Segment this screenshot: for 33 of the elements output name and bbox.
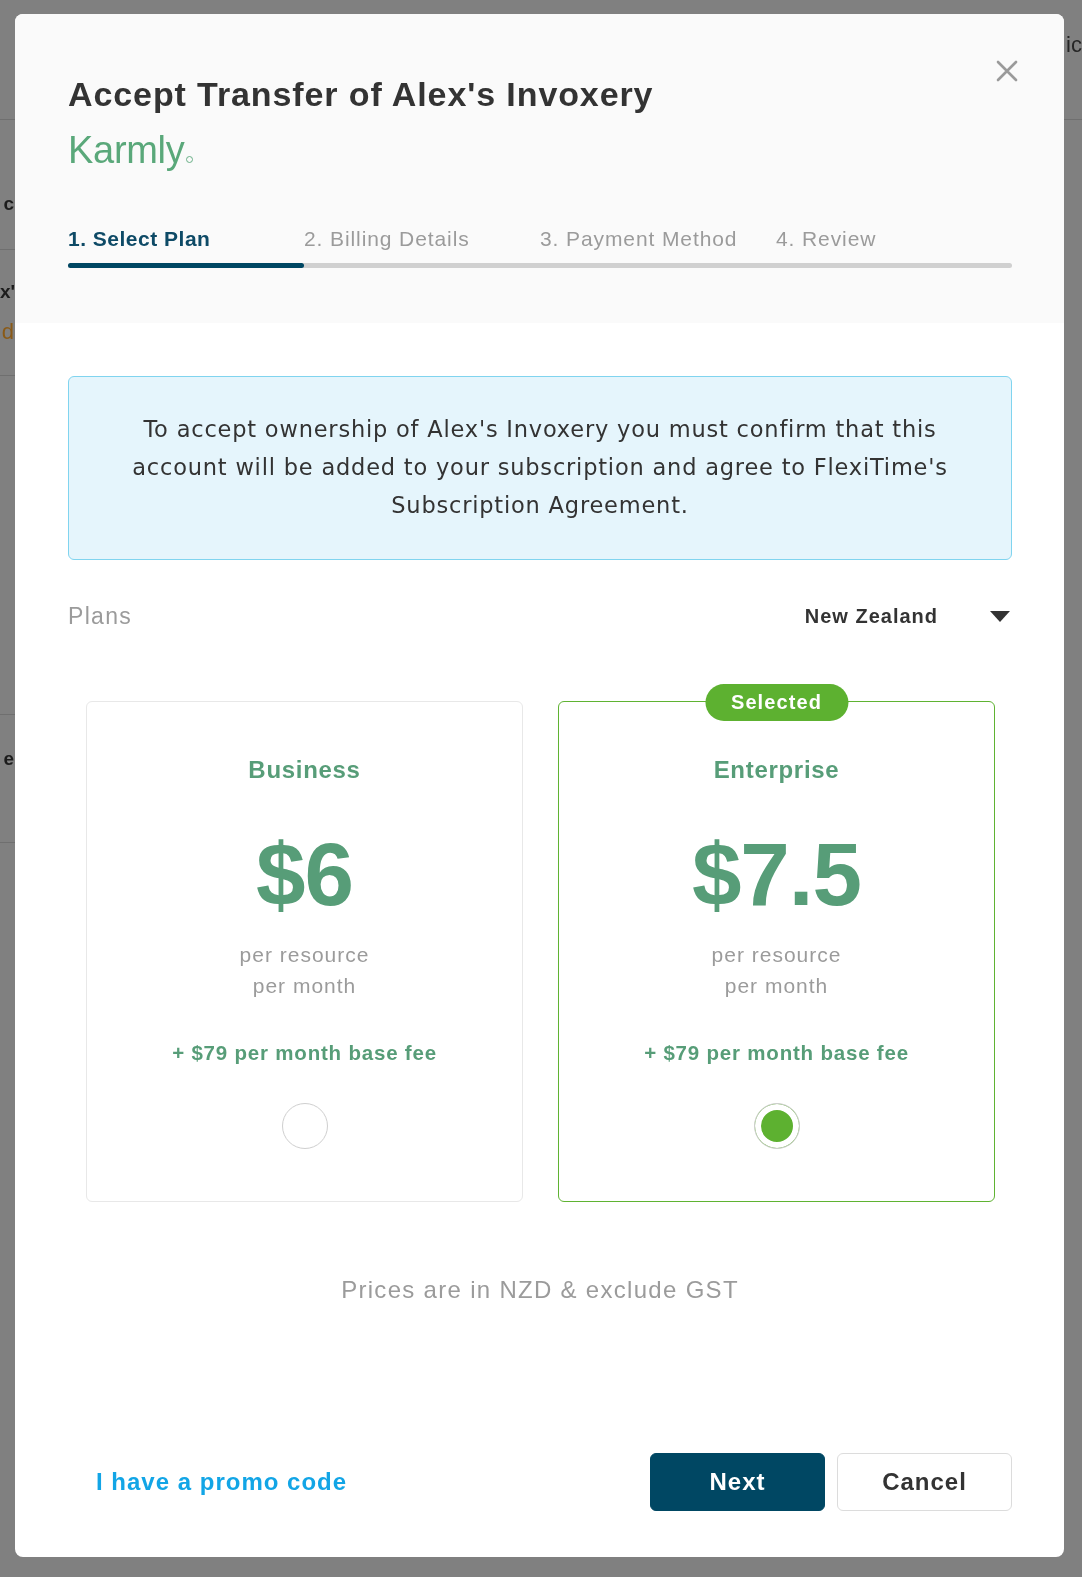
dialog-title: Accept Transfer of Alex's Invoxery [68, 74, 654, 115]
plan-name: Business [248, 755, 361, 785]
plan-price: $6 [256, 830, 353, 918]
background-page-text: d [0, 318, 15, 346]
price-unit-text: per resource [711, 942, 842, 968]
registered-mark-icon [186, 156, 194, 163]
plan-name: Enterprise [713, 755, 840, 785]
currency-note: Prices are in NZD & exclude GST [340, 1275, 740, 1305]
section-label: Plans [68, 601, 133, 631]
base-fee-text: + $79 per month base fee [172, 1040, 437, 1066]
background-page-text: e [2, 747, 15, 771]
plan-radio[interactable] [753, 1103, 800, 1149]
step-label: 4. Review [776, 226, 878, 252]
price-unit-text: per month [724, 973, 829, 999]
info-alert: To accept ownership of Alex's Invoxery you must confirm that this account will be added to your subscription and agree to FlexiTime's Subscription Agreement. [68, 376, 1012, 560]
background-page-text: c [2, 192, 15, 216]
next-button[interactable]: Next [650, 1453, 825, 1511]
logo-wordmark: Karmly [68, 128, 185, 172]
selected-badge: Selected [704, 684, 849, 721]
close-icon [996, 60, 1018, 82]
plan-radio[interactable] [281, 1103, 328, 1149]
caret-down-icon [990, 610, 1010, 622]
country-select[interactable]: New Zealand [804, 601, 1010, 631]
step-label: 1. Select Plan [68, 226, 212, 252]
price-unit-text: per resource [239, 942, 370, 968]
step-label: 2. Billing Details [304, 226, 471, 252]
step-label: 3. Payment Method [540, 226, 739, 252]
price-unit-text: per month [252, 973, 357, 999]
base-fee-text: + $79 per month base fee [644, 1040, 909, 1066]
background-page-text: x' [0, 280, 15, 304]
plan-price: $7.5 [691, 830, 862, 918]
background-page-text: ic [1066, 31, 1082, 59]
cancel-button[interactable]: Cancel [837, 1453, 1012, 1511]
